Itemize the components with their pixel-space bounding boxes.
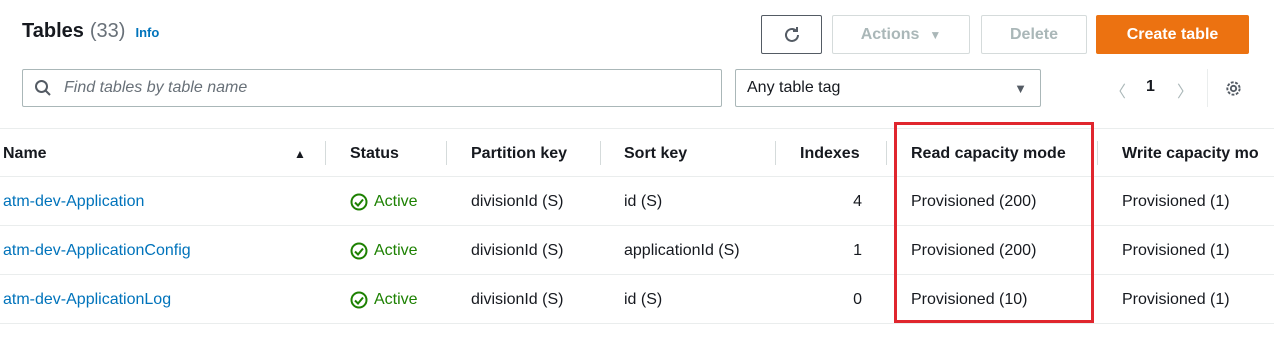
delete-button[interactable]: Delete <box>981 15 1087 54</box>
write-capacity-cell: Provisioned (1) <box>1122 291 1230 308</box>
status-text: Active <box>374 193 418 210</box>
tag-select-value: Any table tag <box>747 79 841 96</box>
status-badge: Active <box>350 193 418 211</box>
actions-button[interactable]: Actions ▼ <box>832 15 970 54</box>
gear-icon[interactable] <box>1224 79 1243 98</box>
page-header: Tables (33) Info <box>22 20 159 43</box>
divider <box>0 323 1274 324</box>
divider <box>600 141 601 165</box>
page-title: Tables <box>22 20 84 42</box>
indexes-cell: 0 <box>853 291 862 308</box>
refresh-icon <box>784 26 799 42</box>
column-header-name[interactable]: Name <box>3 145 47 163</box>
highlight-box <box>894 122 1094 323</box>
search-icon <box>35 80 51 96</box>
search-box[interactable] <box>22 69 722 107</box>
status-badge: Active <box>350 291 418 309</box>
partition-key-cell: divisionId (S) <box>471 291 564 308</box>
sort-ascending-icon[interactable]: ▲ <box>294 147 306 161</box>
divider <box>775 141 776 165</box>
divider <box>1097 141 1098 165</box>
sort-key-cell: id (S) <box>624 291 663 308</box>
check-circle-icon <box>350 242 368 260</box>
divider <box>325 141 326 165</box>
indexes-cell: 4 <box>853 193 862 210</box>
delete-label: Delete <box>1009 25 1059 43</box>
refresh-button[interactable] <box>761 15 822 54</box>
write-capacity-cell: Provisioned (1) <box>1122 193 1230 210</box>
table-name-link[interactable]: atm-dev-ApplicationConfig <box>3 242 191 260</box>
table-name-link[interactable]: atm-dev-ApplicationLog <box>3 291 171 309</box>
partition-key-cell: divisionId (S) <box>471 193 564 210</box>
column-header-indexes[interactable]: Indexes <box>800 145 860 163</box>
create-label: Create table <box>1126 25 1219 43</box>
divider <box>1207 69 1208 107</box>
column-header-write-capacity[interactable]: Write capacity mo <box>1122 145 1259 163</box>
column-header-partition-key[interactable]: Partition key <box>471 145 567 163</box>
status-badge: Active <box>350 242 418 260</box>
sort-key-cell: applicationId (S) <box>624 242 740 259</box>
column-header-status[interactable]: Status <box>350 145 399 163</box>
indexes-cell: 1 <box>853 242 862 259</box>
caret-down-icon: ▼ <box>1014 80 1027 96</box>
sort-key-cell: id (S) <box>624 193 663 210</box>
status-text: Active <box>374 242 418 259</box>
caret-down-icon: ▼ <box>929 27 942 42</box>
check-circle-icon <box>350 193 368 211</box>
write-capacity-cell: Provisioned (1) <box>1122 242 1230 259</box>
divider <box>886 141 887 165</box>
divider <box>446 141 447 165</box>
check-circle-icon <box>350 291 368 309</box>
table-count: (33) <box>89 20 126 42</box>
actions-label: Actions <box>860 25 920 43</box>
previous-page-icon[interactable]: 〈 <box>1110 78 1126 102</box>
info-link[interactable]: Info <box>135 25 159 40</box>
table-name-link[interactable]: atm-dev-Application <box>3 193 144 211</box>
tag-select[interactable]: Any table tag ▼ <box>735 69 1041 107</box>
next-page-icon[interactable]: 〉 <box>1177 78 1193 102</box>
current-page[interactable]: 1 <box>1146 78 1155 96</box>
status-text: Active <box>374 291 418 308</box>
search-input[interactable] <box>62 78 666 98</box>
create-table-button[interactable]: Create table <box>1096 15 1249 54</box>
partition-key-cell: divisionId (S) <box>471 242 564 259</box>
column-header-sort-key[interactable]: Sort key <box>624 145 687 163</box>
